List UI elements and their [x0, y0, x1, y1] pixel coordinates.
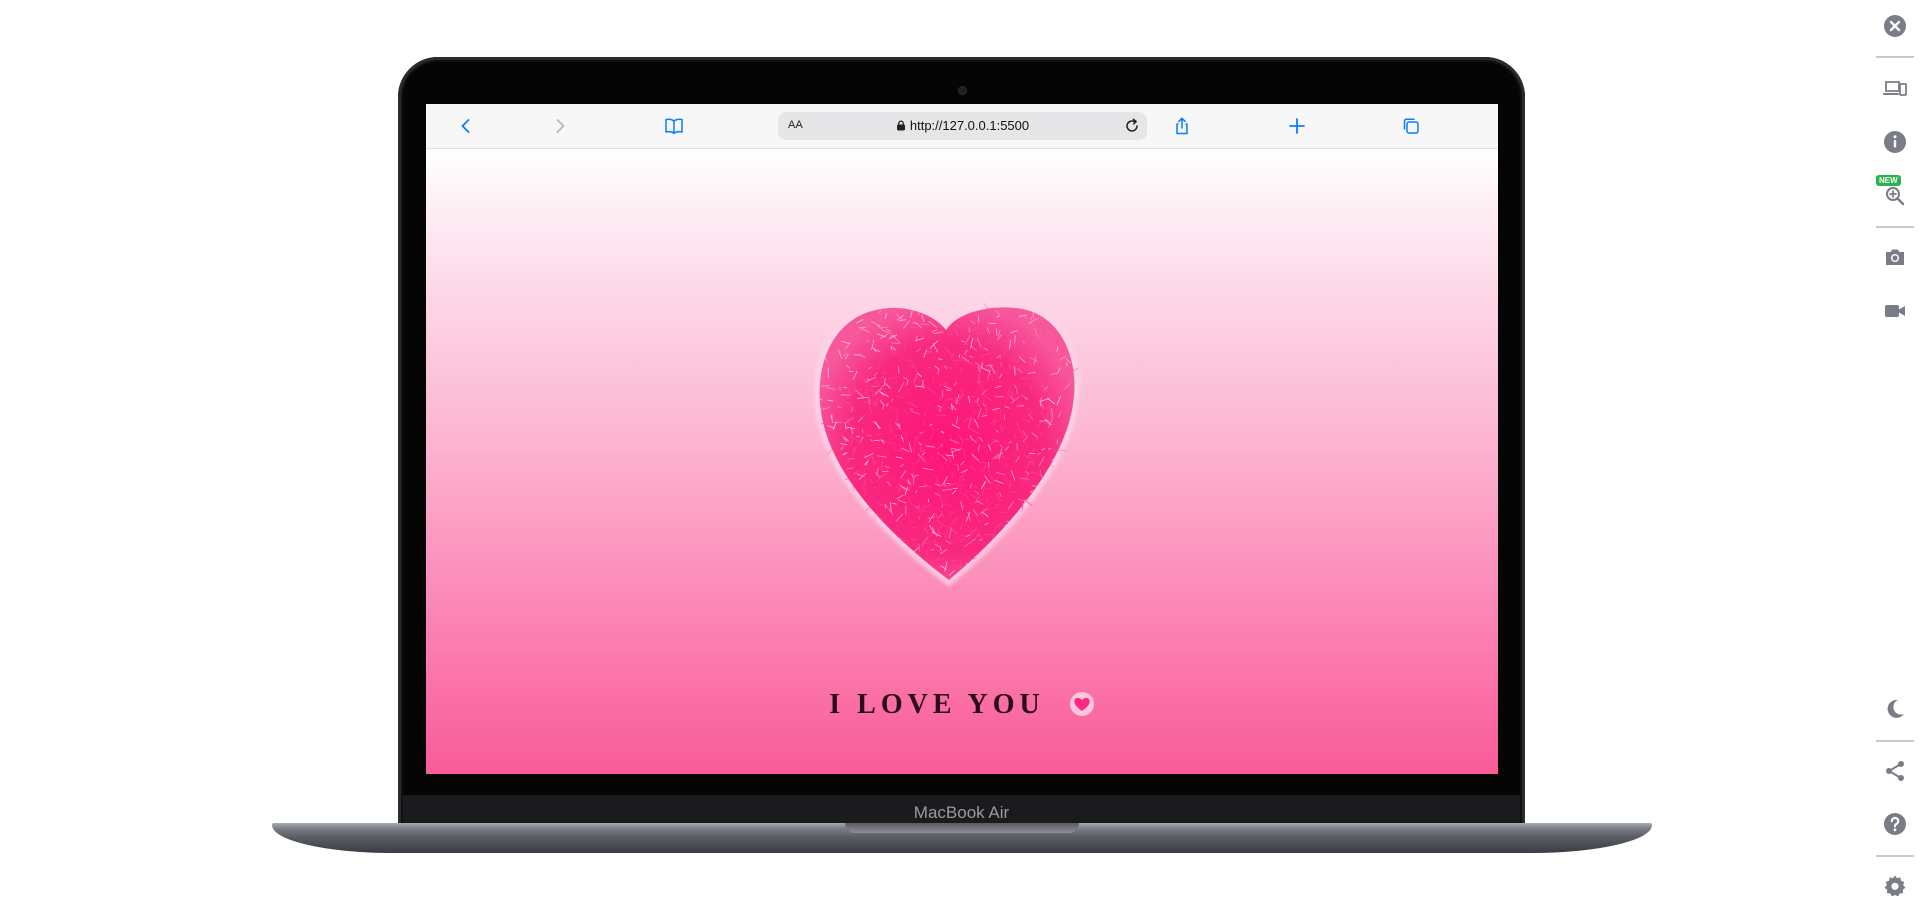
fur-strand	[1003, 415, 1005, 421]
share-button[interactable]	[1168, 112, 1196, 140]
zoom-button[interactable]: NEW	[1876, 175, 1908, 207]
moon-icon	[1887, 699, 1904, 718]
love-message: I LOVE YOU	[426, 689, 1498, 721]
fur-strand	[927, 344, 929, 350]
tabs-overview-button[interactable]	[1397, 112, 1425, 140]
reload-icon[interactable]	[1123, 117, 1141, 135]
plus-icon	[1289, 118, 1305, 134]
lock-icon	[896, 120, 905, 131]
fur-strand	[961, 478, 966, 480]
new-badge: NEW	[1876, 175, 1901, 186]
fur-strand	[965, 396, 976, 398]
fur-strand	[881, 460, 883, 471]
bookmarks-button[interactable]	[660, 112, 688, 140]
video-camera-icon	[1885, 305, 1905, 317]
url-display[interactable]: http://127.0.0.1:5500	[778, 118, 1147, 133]
laptop-chin: MacBook Air	[403, 795, 1520, 824]
fur-strand	[876, 398, 878, 405]
small-heart-icon	[1069, 692, 1094, 716]
close-icon	[1884, 15, 1906, 37]
model-label: MacBook Air	[913, 803, 1010, 822]
dark-mode-button[interactable]	[1882, 696, 1908, 722]
fur-strand	[871, 385, 878, 387]
forward-button[interactable]	[546, 112, 574, 140]
book-icon	[665, 118, 683, 134]
camera-icon	[958, 86, 967, 95]
share-nodes-icon	[1886, 761, 1904, 781]
fur-strand	[831, 414, 833, 424]
rail-divider	[1876, 740, 1914, 742]
back-button[interactable]	[452, 112, 480, 140]
share-rail-button[interactable]	[1882, 758, 1908, 784]
web-page: I LOVE YOU	[426, 149, 1498, 774]
love-message-text: I LOVE YOU	[829, 689, 1045, 720]
close-button[interactable]	[1882, 13, 1908, 39]
screenshot-button[interactable]	[1882, 244, 1908, 270]
camera-icon	[1886, 249, 1904, 265]
fur-strand	[855, 351, 864, 353]
browser-toolbar: AA http://127.0.0.1:5500	[426, 104, 1498, 149]
laptop-notch	[845, 823, 1079, 833]
devices-icon	[1883, 81, 1907, 96]
rail-divider	[1876, 226, 1914, 228]
side-rail: NEW	[1868, 0, 1920, 912]
address-bar[interactable]: AA http://127.0.0.1:5500	[778, 112, 1147, 140]
stage: AA http://127.0.0.1:5500 I LOVE YOU MacB…	[0, 0, 1920, 912]
chevron-left-icon	[461, 119, 470, 133]
new-tab-button[interactable]	[1283, 112, 1311, 140]
fur-strand	[849, 405, 851, 413]
gear-icon	[1884, 875, 1906, 897]
fur-strand	[874, 380, 876, 387]
fur-strand	[940, 430, 945, 432]
browser-screen: AA http://127.0.0.1:5500 I LOVE YOU	[426, 104, 1498, 774]
fur-strand	[905, 359, 915, 361]
fur-strand	[941, 465, 943, 469]
info-icon	[1884, 131, 1906, 153]
settings-button[interactable]	[1882, 873, 1908, 899]
record-button[interactable]	[1882, 298, 1908, 324]
fur-strand	[917, 553, 922, 555]
device-toggle-button[interactable]	[1882, 75, 1908, 101]
chevron-right-icon	[556, 119, 565, 133]
fur-strand	[990, 438, 996, 440]
rail-divider	[1876, 56, 1914, 58]
info-button[interactable]	[1882, 129, 1908, 155]
fur-strand	[830, 415, 832, 419]
fur-strand	[1024, 316, 1031, 318]
help-icon	[1884, 813, 1906, 835]
heart-icon	[814, 302, 1080, 586]
rail-divider	[1876, 855, 1914, 857]
url-text: http://127.0.0.1:5500	[909, 118, 1030, 133]
share-icon	[1176, 117, 1188, 135]
tabs-icon	[1403, 118, 1419, 134]
help-button[interactable]	[1882, 811, 1908, 837]
fuzzy-heart-animation	[746, 254, 1146, 654]
